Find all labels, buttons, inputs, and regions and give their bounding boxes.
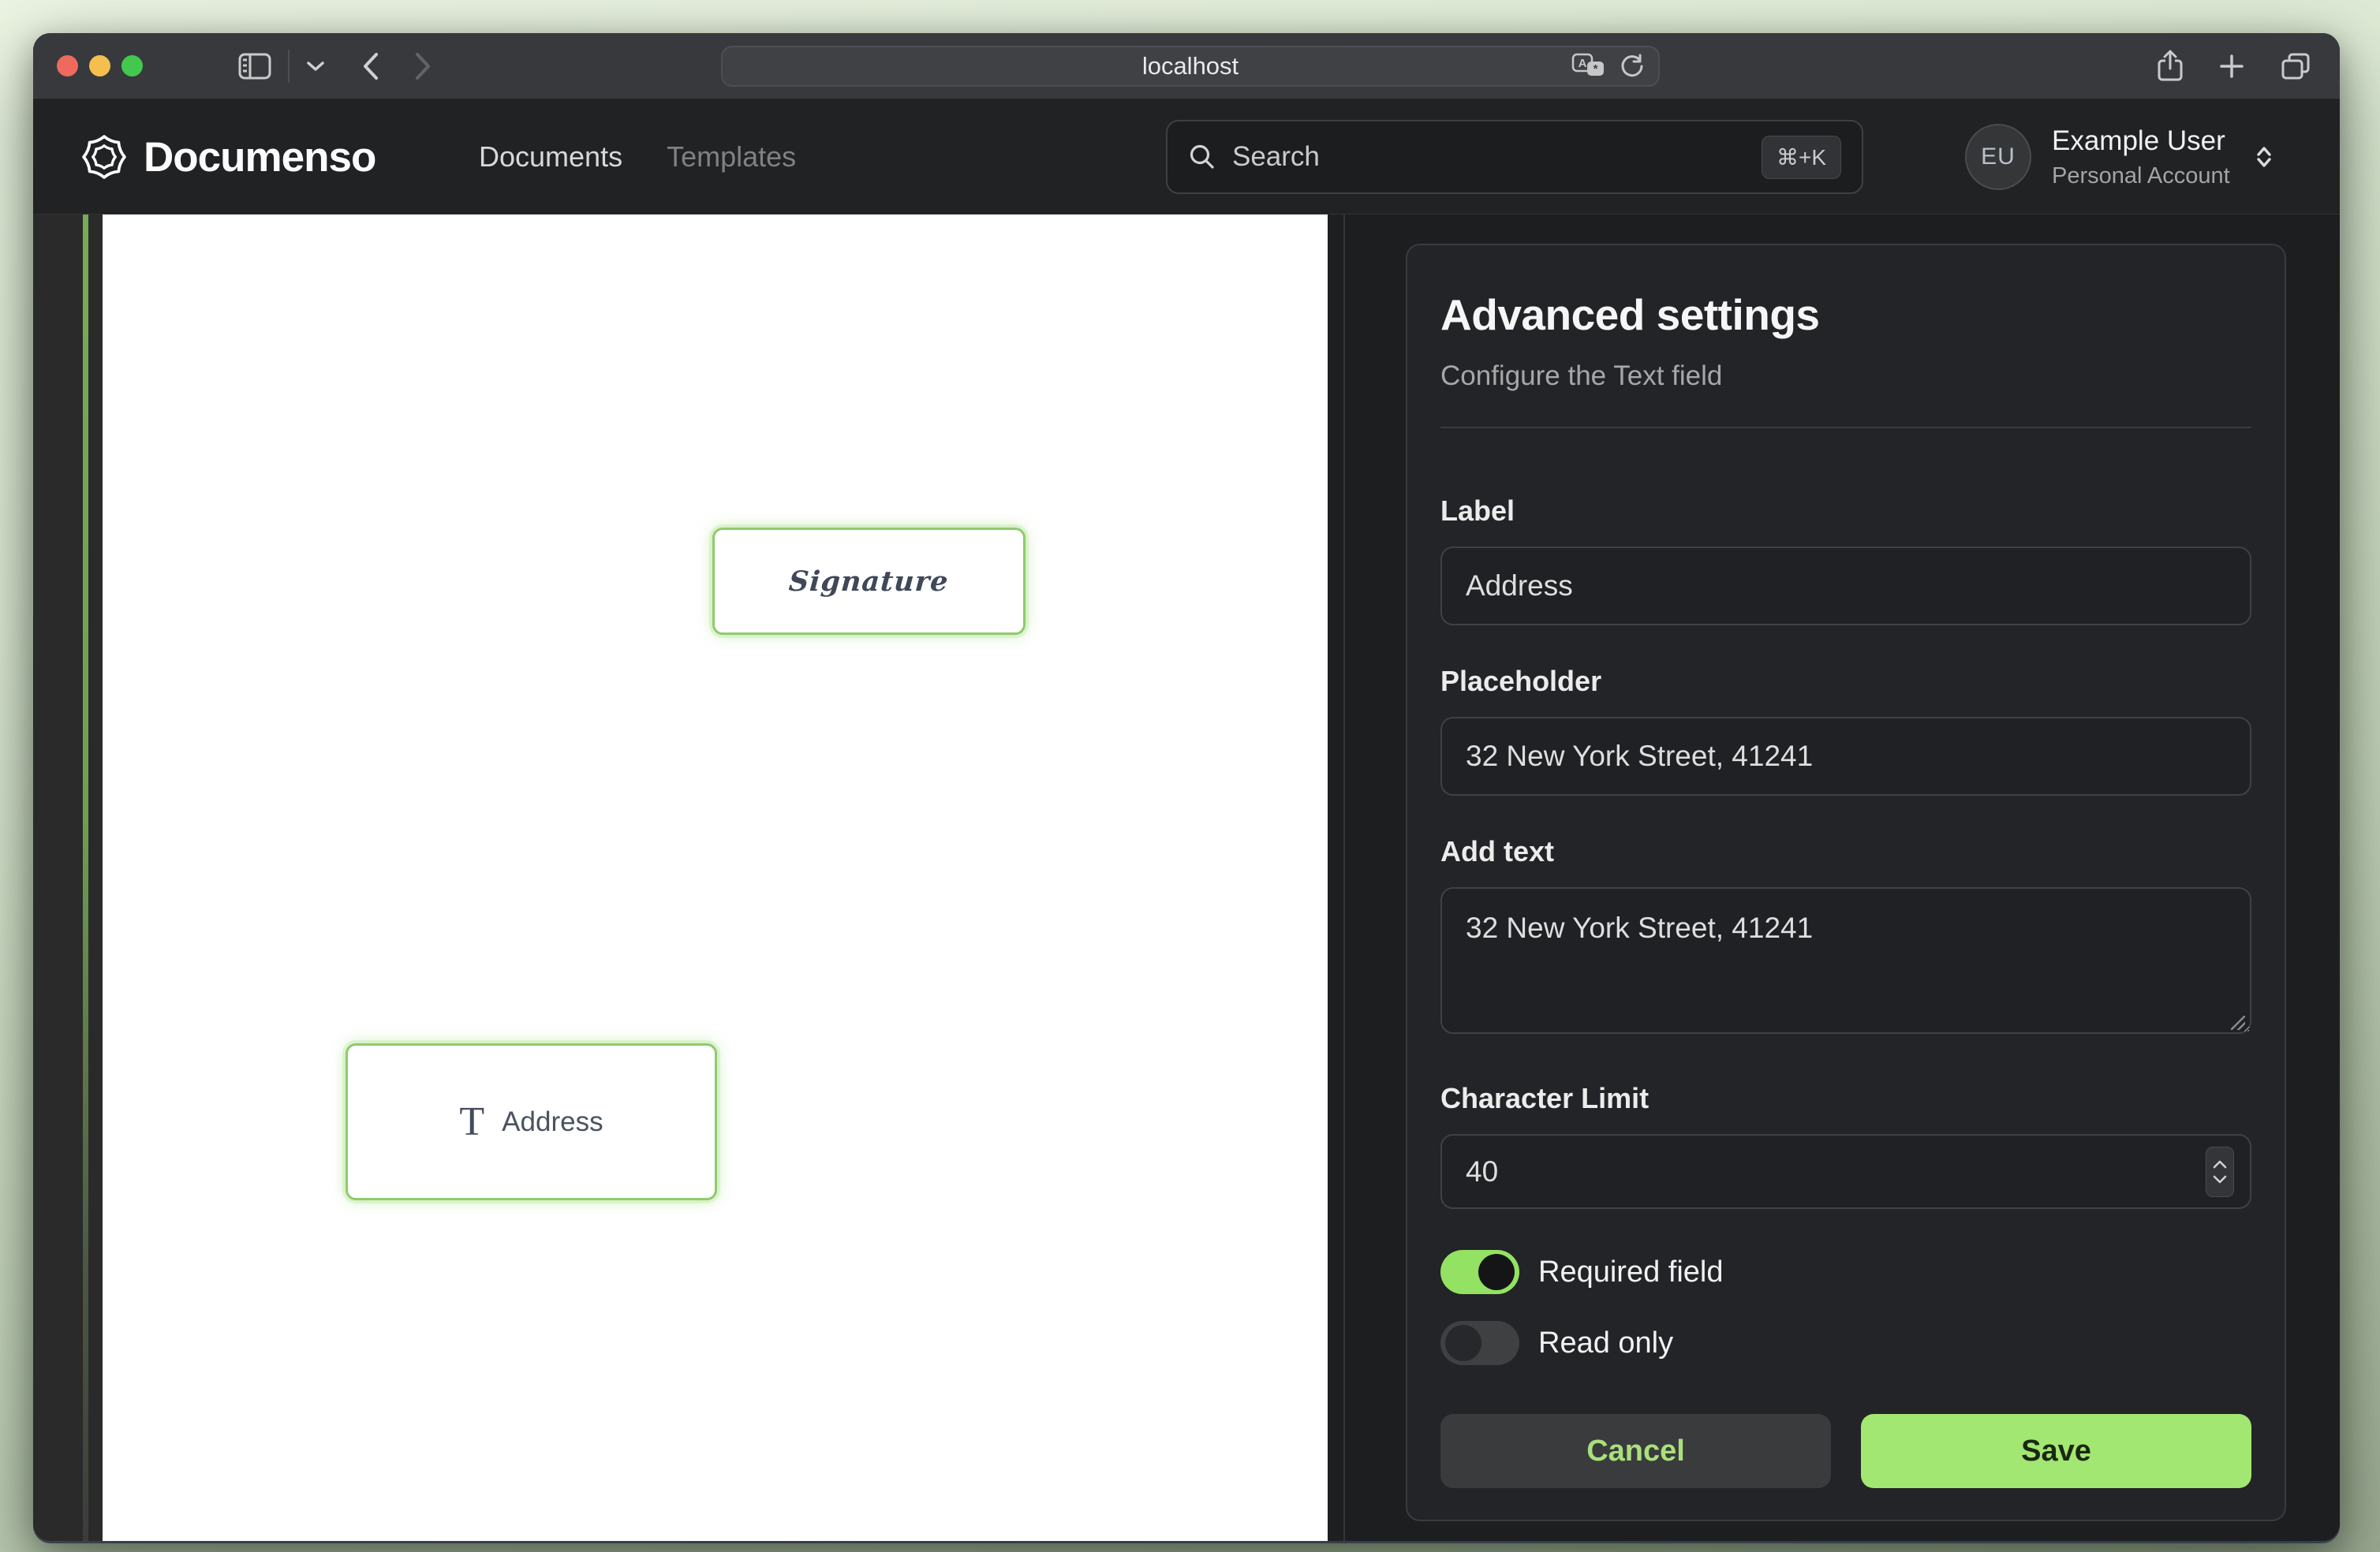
search-shortcut-badge: ⌘+K bbox=[1762, 136, 1841, 179]
forward-button[interactable] bbox=[414, 52, 432, 80]
add-text-textarea[interactable]: 32 New York Street, 41241 bbox=[1440, 887, 2251, 1034]
page-gutter bbox=[33, 215, 103, 1541]
label-field-label: Label bbox=[1440, 494, 2251, 528]
new-tab-icon[interactable] bbox=[2218, 53, 2245, 80]
minimize-window-button[interactable] bbox=[89, 55, 110, 76]
browser-toolbar: localhost A * bbox=[33, 33, 2340, 99]
add-text-field-label: Add text bbox=[1440, 835, 2251, 868]
brand[interactable]: Documenso bbox=[82, 99, 375, 215]
user-menu[interactable]: EU Example User Personal Account bbox=[1965, 99, 2276, 215]
signature-field[interactable]: Signature bbox=[712, 528, 1026, 635]
required-field-row: Required field bbox=[1440, 1250, 2251, 1294]
browser-window: localhost A * bbox=[33, 33, 2340, 1541]
svg-text:*: * bbox=[1594, 62, 1598, 76]
nav-templates[interactable]: Templates bbox=[667, 140, 796, 173]
sidebar-toggle-icon[interactable] bbox=[237, 52, 272, 80]
address-bar[interactable]: localhost A * bbox=[721, 46, 1660, 87]
stepper-down-icon bbox=[2213, 1175, 2227, 1184]
read-only-row: Read only bbox=[1440, 1321, 2251, 1365]
active-page-indicator bbox=[83, 215, 88, 1541]
chevrons-up-down-icon bbox=[2252, 145, 2276, 169]
settings-sidebar: Advanced settings Configure the Text fie… bbox=[1345, 215, 2340, 1541]
chevron-down-icon[interactable] bbox=[305, 60, 326, 73]
brand-name: Documenso bbox=[144, 133, 375, 181]
close-window-button[interactable] bbox=[57, 55, 78, 76]
search-icon bbox=[1188, 143, 1216, 171]
traffic-lights bbox=[57, 55, 143, 76]
toolbar-divider bbox=[288, 50, 290, 83]
character-limit-field-label: Character Limit bbox=[1440, 1082, 2251, 1115]
cancel-button[interactable]: Cancel bbox=[1440, 1414, 1831, 1488]
label-input[interactable] bbox=[1440, 547, 2251, 625]
panel-subtitle: Configure the Text field bbox=[1440, 360, 2251, 392]
svg-text:A: A bbox=[1579, 57, 1587, 70]
document-page: Signature T Address bbox=[103, 215, 1328, 1541]
app-header: Documenso Documents Templates Search ⌘+K… bbox=[33, 99, 2340, 215]
user-account: Personal Account bbox=[2052, 163, 2230, 189]
panel-divider bbox=[1440, 427, 2251, 428]
advanced-settings-panel: Advanced settings Configure the Text fie… bbox=[1406, 244, 2286, 1521]
read-only-label: Read only bbox=[1538, 1326, 1673, 1360]
main-content: Signature T Address Advanced settings Co… bbox=[33, 215, 2340, 1541]
required-field-label: Required field bbox=[1538, 1255, 1723, 1289]
type-icon: T bbox=[459, 1102, 484, 1143]
panel-title: Advanced settings bbox=[1440, 289, 2251, 340]
text-field-address[interactable]: T Address bbox=[346, 1043, 717, 1200]
placeholder-input[interactable] bbox=[1440, 717, 2251, 796]
zoom-window-button[interactable] bbox=[121, 55, 143, 76]
text-field-label: Address bbox=[502, 1106, 603, 1138]
nav-documents[interactable]: Documents bbox=[479, 140, 622, 173]
read-only-toggle[interactable] bbox=[1440, 1321, 1519, 1365]
share-icon[interactable] bbox=[2157, 50, 2184, 83]
main-nav: Documents Templates bbox=[479, 99, 796, 215]
user-name: Example User bbox=[2052, 125, 2230, 157]
reload-icon[interactable] bbox=[1619, 53, 1646, 80]
back-button[interactable] bbox=[362, 52, 379, 80]
placeholder-field-label: Placeholder bbox=[1440, 665, 2251, 698]
url-text: localhost bbox=[1142, 52, 1239, 80]
signature-field-label: Signature bbox=[788, 565, 950, 598]
number-stepper[interactable] bbox=[2206, 1147, 2234, 1197]
documenso-logo-icon bbox=[82, 135, 126, 179]
search-input[interactable]: Search ⌘+K bbox=[1166, 120, 1863, 194]
translate-icon[interactable]: A * bbox=[1571, 53, 1606, 80]
search-placeholder: Search bbox=[1232, 141, 1320, 173]
toggle-knob bbox=[1478, 1254, 1515, 1290]
stepper-up-icon bbox=[2213, 1160, 2227, 1169]
toggle-knob bbox=[1445, 1325, 1481, 1361]
save-button[interactable]: Save bbox=[1861, 1414, 2251, 1488]
required-field-toggle[interactable] bbox=[1440, 1250, 1519, 1294]
avatar: EU bbox=[1965, 124, 2031, 190]
character-limit-input[interactable] bbox=[1440, 1134, 2251, 1209]
tab-overview-icon[interactable] bbox=[2280, 51, 2311, 81]
